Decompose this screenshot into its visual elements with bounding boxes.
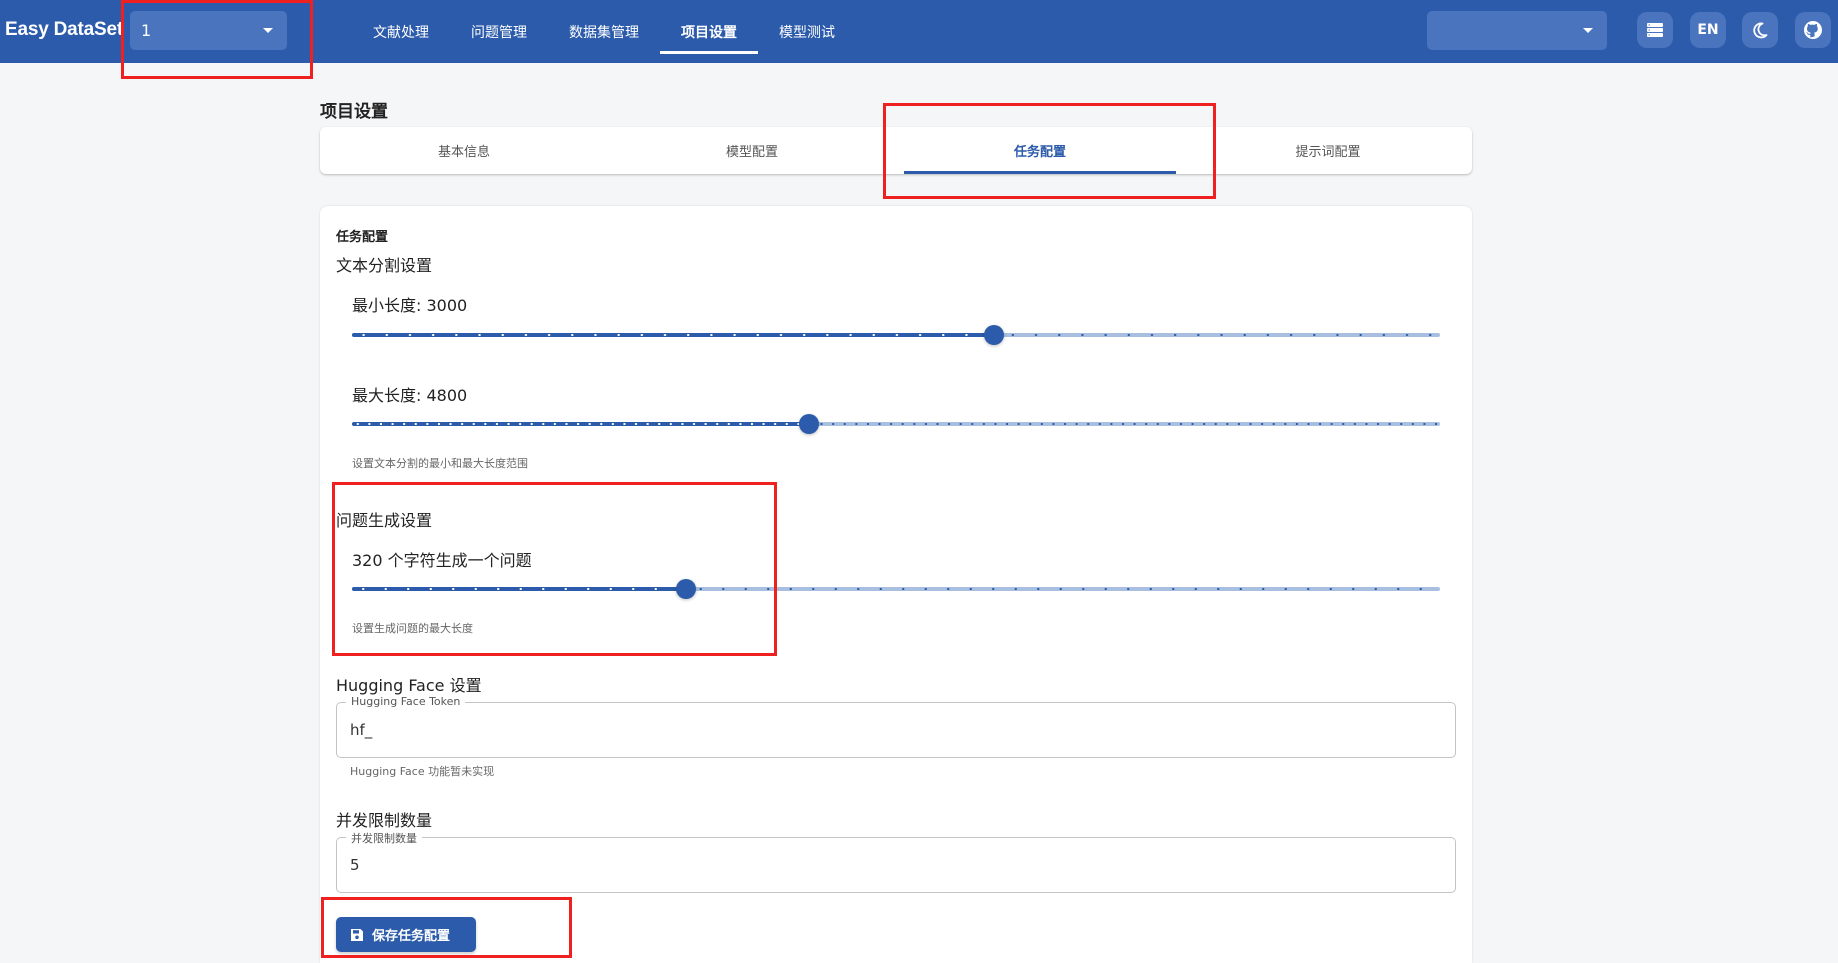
page-title: 项目设置 xyxy=(320,102,388,122)
chevron-down-icon xyxy=(263,28,273,33)
tab-task-config[interactable]: 任务配置 xyxy=(896,127,1184,174)
project-select-value: 1 xyxy=(141,21,152,40)
tab-basic-info[interactable]: 基本信息 xyxy=(320,127,608,174)
card-title: 任务配置 xyxy=(336,230,389,245)
tab-prompt-config[interactable]: 提示词配置 xyxy=(1184,127,1472,174)
app-logo: Easy DataSet xyxy=(5,19,124,40)
text-split-heading: 文本分割设置 xyxy=(336,256,433,275)
github-icon xyxy=(1804,21,1822,39)
question-gen-heading: 问题生成设置 xyxy=(336,511,433,530)
save-button-label: 保存任务配置 xyxy=(372,929,451,944)
min-length-slider[interactable] xyxy=(352,325,1440,345)
nav-project-settings[interactable]: 项目设置 xyxy=(660,0,758,63)
chevron-down-icon xyxy=(1583,28,1593,33)
hf-token-legend: Hugging Face Token xyxy=(346,695,466,708)
github-button[interactable] xyxy=(1795,12,1831,48)
top-app-bar: Easy DataSet 1 文献处理 问题管理 数据集管理 项目设置 模型测试… xyxy=(0,0,1838,63)
slider-thumb[interactable] xyxy=(798,414,819,434)
slider-marks-active xyxy=(352,334,994,336)
nav-questions[interactable]: 问题管理 xyxy=(450,0,548,63)
settings-tabs: 基本信息 模型配置 任务配置 提示词配置 xyxy=(320,127,1472,174)
slider-thumb[interactable] xyxy=(676,579,697,599)
max-length-slider[interactable] xyxy=(352,414,1440,434)
moon-icon xyxy=(1753,22,1768,39)
max-length-label: 最大长度: 4800 xyxy=(352,386,468,405)
question-gen-helper: 设置生成问题的最大长度 xyxy=(352,622,473,635)
tab-model-config[interactable]: 模型配置 xyxy=(608,127,896,174)
concurrency-heading: 并发限制数量 xyxy=(336,811,433,830)
project-select[interactable]: 1 xyxy=(130,11,287,50)
slider-thumb[interactable] xyxy=(983,325,1004,345)
hugging-face-heading: Hugging Face 设置 xyxy=(336,676,482,695)
concurrency-legend: 并发限制数量 xyxy=(346,830,422,846)
list-icon xyxy=(1647,23,1663,37)
theme-toggle-button[interactable] xyxy=(1742,12,1778,48)
list-icon-button[interactable] xyxy=(1637,12,1673,48)
slider-marks-active xyxy=(352,423,809,425)
model-select[interactable] xyxy=(1427,11,1607,50)
nav-model-test[interactable]: 模型测试 xyxy=(758,0,856,63)
nav-literature[interactable]: 文献处理 xyxy=(352,0,450,63)
concurrency-field[interactable]: 并发限制数量 5 xyxy=(336,830,1456,893)
save-task-config-button[interactable]: 保存任务配置 xyxy=(336,917,476,952)
nav-datasets[interactable]: 数据集管理 xyxy=(548,0,660,63)
question-length-slider[interactable] xyxy=(352,579,1440,599)
hf-token-value[interactable]: hf_ xyxy=(350,721,372,739)
question-gen-label: 320 个字符生成一个问题 xyxy=(352,551,532,570)
slider-marks-active xyxy=(352,588,687,590)
save-icon xyxy=(351,928,363,941)
text-split-helper: 设置文本分割的最小和最大长度范围 xyxy=(352,457,528,470)
hf-token-field[interactable]: Hugging Face Token hf_ xyxy=(336,695,1456,758)
task-config-card: 任务配置 文本分割设置 最小长度: 3000 最大长度: 4800 设置文本分割… xyxy=(320,206,1472,963)
min-length-label: 最小长度: 3000 xyxy=(352,296,468,315)
hf-helper: Hugging Face 功能暂未实现 xyxy=(350,765,495,778)
main-nav: 文献处理 问题管理 数据集管理 项目设置 模型测试 xyxy=(352,0,856,63)
concurrency-value[interactable]: 5 xyxy=(350,856,360,874)
language-toggle[interactable]: EN xyxy=(1690,12,1726,48)
